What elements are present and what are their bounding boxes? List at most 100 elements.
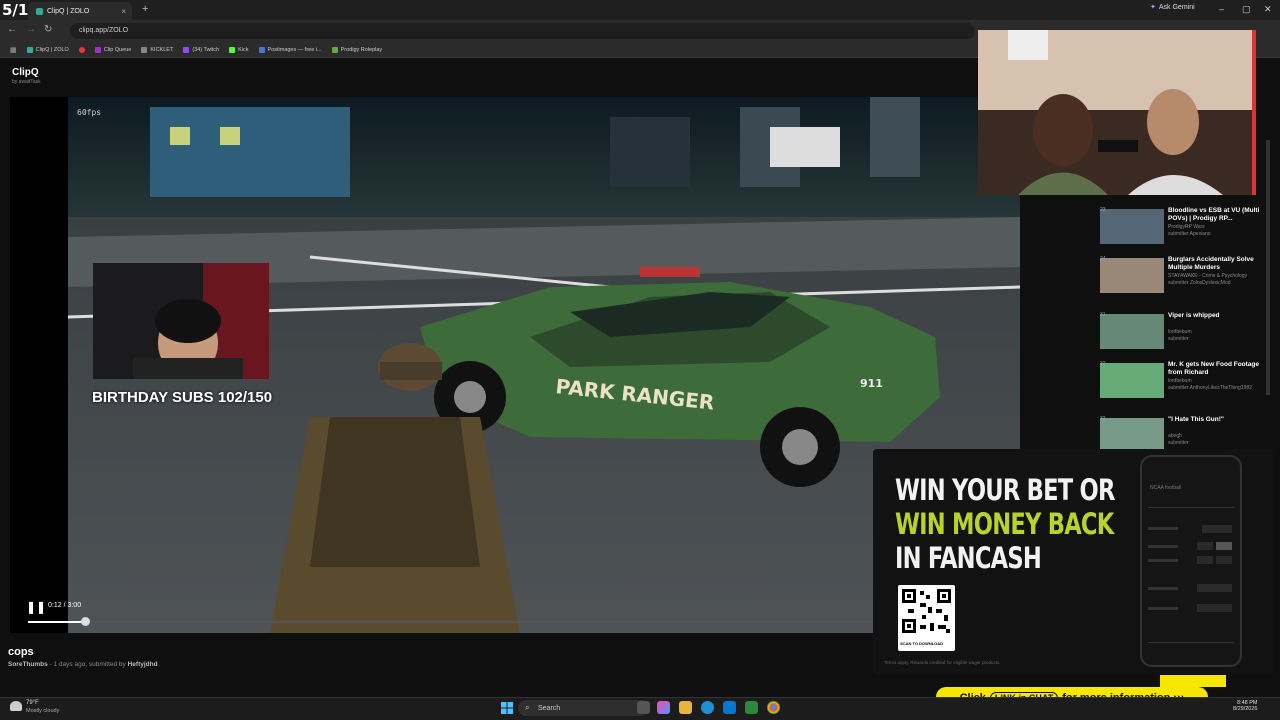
queue-submitter: submitter ZolosDyslexicMod [1168,280,1231,286]
queue-submitter: submitter Apexiano [1168,231,1211,237]
app-icon[interactable] [745,701,758,714]
forward-button[interactable]: → [26,24,36,35]
twitch-icon [183,46,190,53]
bookmark-item[interactable]: Prodigy Roleplay [331,46,382,53]
search-placeholder: Search [538,704,561,712]
queue-number: 23 [1100,207,1106,213]
bookmark-item[interactable]: ClipQ | ZOLO [26,46,69,53]
streamer-cam-small [93,263,269,379]
search-icon: ⌕ [525,703,530,712]
queue-item[interactable]: 31 Viper is whipped lordbebum submitter [1100,312,1260,352]
kick-icon [229,46,236,53]
weather-desc: Mostly cloudy [26,708,60,714]
clip-title: cops [8,646,34,658]
bookmark-item[interactable]: KICKLET [141,46,173,53]
queue-thumbnail [1100,314,1164,349]
bookmark-icon [26,46,33,53]
bookmark-item[interactable]: Clip Queue [94,46,131,53]
subs-overlay-text: BIRTHDAY SUBS 102/150 [92,389,273,406]
clip-meta: SoreThumbs - 1 days ago, submitted by He… [8,661,158,668]
queue-submitter: submitter AnthonyLikesTheThing1982 [1168,385,1252,391]
apps-grid-icon[interactable]: ▦ [10,46,17,54]
queue-title: "I Hate This Gun!" [1168,416,1224,423]
queue-thumbnail [1100,209,1164,244]
ad-fine-print: Terms apply. Rewards credited for eligib… [884,660,1001,665]
browser-tab-bar [0,0,1280,20]
ask-gemini-label: Ask Gemini [1158,3,1195,11]
start-windows-icon[interactable] [501,701,513,714]
bookmark-item[interactable] [78,46,85,53]
copilot-icon[interactable] [657,701,670,714]
youtube-icon [78,46,85,53]
seek-handle[interactable] [81,617,90,626]
back-button[interactable]: ← [7,24,17,35]
browser-tab[interactable]: ClipQ | ZOLO × [28,2,132,20]
store-icon[interactable] [723,701,736,714]
phone-screen [1148,507,1234,643]
clip-submitter[interactable]: Heftyjdhd [128,661,158,668]
bookmark-item[interactable]: (34) Twitch [183,46,219,53]
phone-header: NCAA football [1150,485,1182,491]
phone-mockup: NCAA football [1140,455,1242,667]
tab-favicon-icon [36,7,43,15]
queue-number: 33 [1100,416,1106,422]
bookmark-item[interactable]: Kick [229,46,249,53]
close-window-button[interactable]: ✕ [1264,4,1272,15]
fps-label: 60fps [77,108,102,117]
webcam-image [978,30,1252,195]
queue-thumbnail [1100,258,1164,293]
queue-title: Bloodline vs ESB at VU (Multi POVs) | Pr… [1168,207,1260,222]
reload-button[interactable]: ↻ [44,24,52,35]
queue-channel: ProdigyRP Wars [1168,224,1205,230]
url-input[interactable]: clipq.app/ZOLO [70,23,975,39]
qr-code-icon [902,589,951,633]
queue-number: 24 [1100,256,1106,262]
sidebar-scrollbar[interactable] [1266,140,1270,395]
overlay-footer-strip [1160,675,1226,687]
taskbar-clock[interactable]: 8:48 PM 8/29/2026 [1233,700,1257,712]
queue-submitter: submitter [1168,336,1189,342]
chrome-icon[interactable] [767,701,780,714]
queue-title: Viper is whipped [1168,312,1220,319]
bookmark-icon [258,46,265,53]
queue-thumbnail [1100,363,1164,398]
task-view-icon[interactable] [637,701,650,714]
seek-bar-fill [28,621,85,623]
queue-number: 32 [1100,361,1106,367]
pause-button[interactable]: ❚❚ [26,600,46,614]
tab-title: ClipQ | ZOLO [47,7,90,15]
queue-item[interactable]: 23 Bloodline vs ESB at VU (Multi POVs) | … [1100,207,1260,247]
seek-bar[interactable] [28,621,873,623]
queue-channel: STAYAWAKE - Crime & Psychology [1168,273,1248,279]
new-tab-button[interactable]: + [142,3,148,15]
queue-title: Burglars Accidentally Solve Multiple Mur… [1168,256,1254,271]
queue-item[interactable]: 32 Mr. K gets New Food Footage from Richa… [1100,361,1260,401]
clip-channel[interactable]: SoreThumbs [8,661,48,668]
ask-gemini-button[interactable]: ✦ Ask Gemini [1150,3,1195,12]
video-time: 0:12 / 3:00 [48,602,82,609]
queue-channel: abegh [1168,433,1182,439]
queue-channel: lordbebum [1168,329,1192,335]
file-explorer-icon[interactable] [679,701,692,714]
qr-label: SCAN TO DOWNLOAD [900,641,944,646]
bookmark-icon [331,46,338,53]
edge-icon[interactable] [701,701,714,714]
maximize-button[interactable]: ▢ [1242,4,1251,15]
weather-temp[interactable]: 79°F [26,700,39,706]
clock-date: 8/29/2026 [1233,706,1258,712]
queue-item[interactable]: 24 Burglars Accidentally Solve Multiple M… [1100,256,1260,296]
bookmark-icon [94,46,101,53]
bookmark-icon [141,46,148,53]
gemini-icon: ✦ [1150,4,1156,11]
weather-cloud-icon [10,701,22,711]
streamer-image [93,263,269,379]
tab-close-icon[interactable]: × [121,7,126,16]
app-title[interactable]: ClipQ [12,67,39,78]
bookmark-item[interactable]: Postimages — free i... [258,46,322,53]
taskbar-search[interactable]: ⌕ Search [518,700,648,716]
queue-submitter: submitter [1168,440,1189,446]
queue-title: Mr. K gets New Food Footage from Richard [1168,361,1260,376]
minimize-button[interactable]: – [1219,4,1224,14]
ad-line-2: WIN MONEY BACK [895,507,1114,541]
queue-channel: lordbebum [1168,378,1192,384]
